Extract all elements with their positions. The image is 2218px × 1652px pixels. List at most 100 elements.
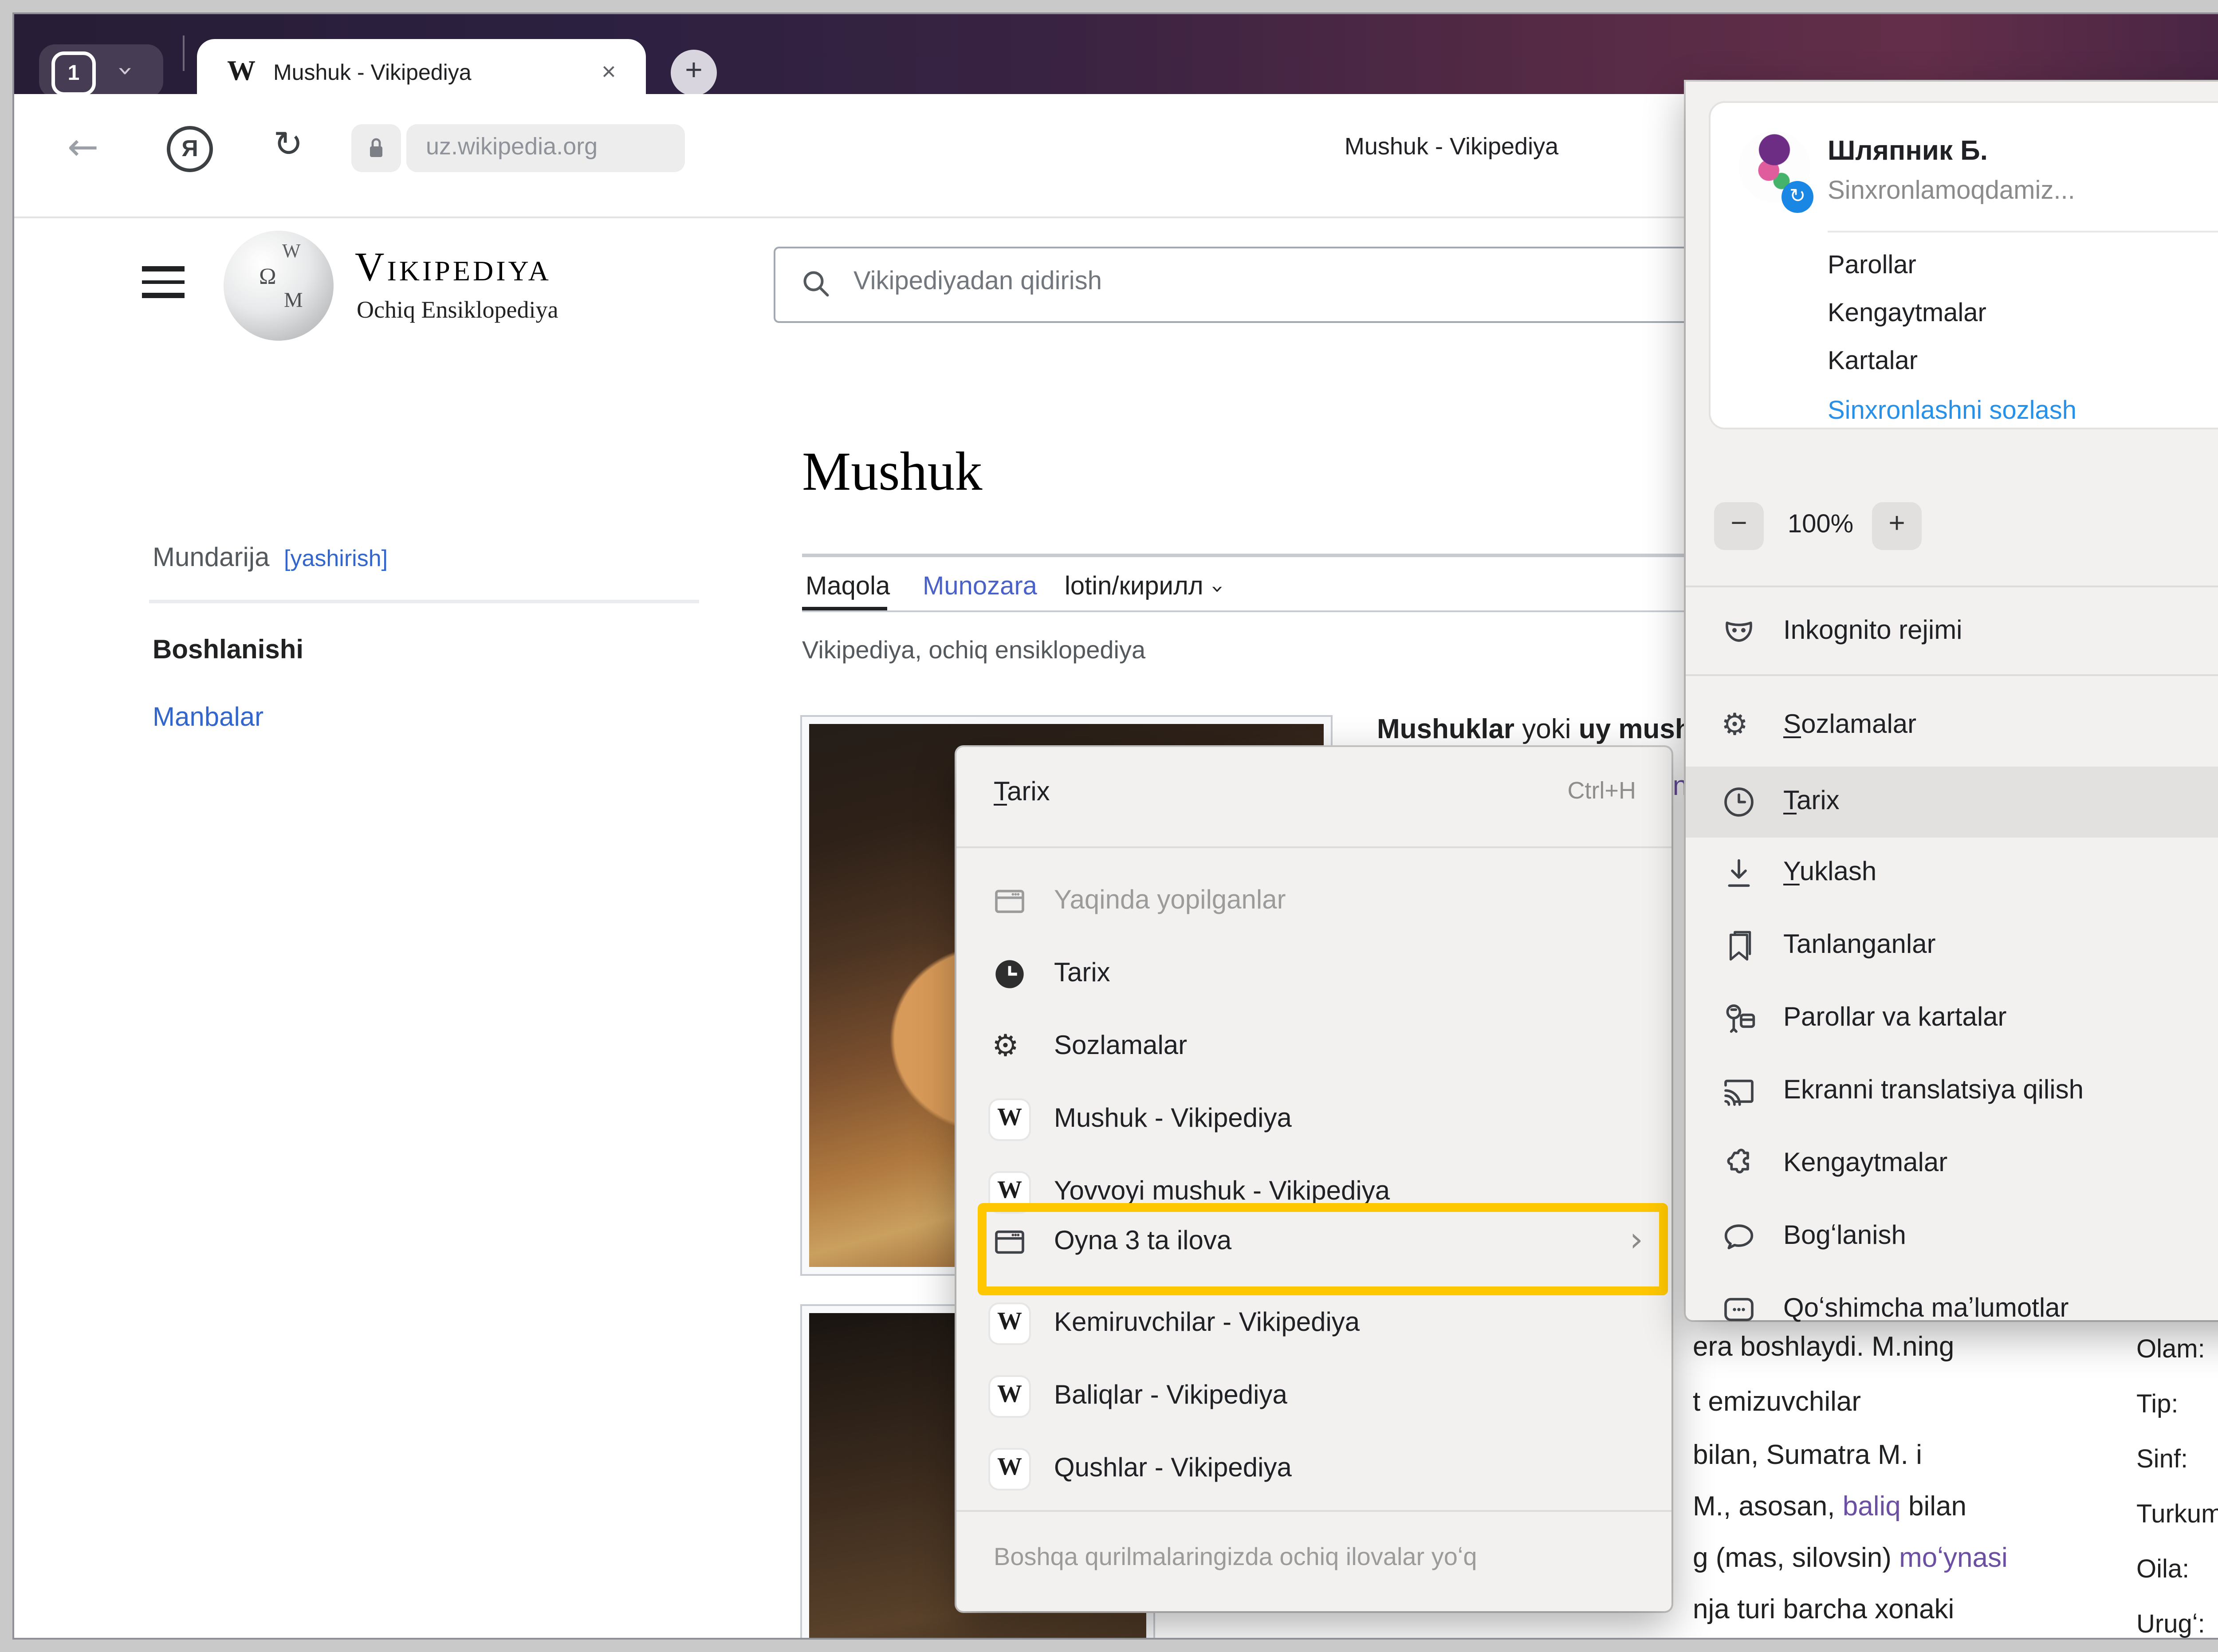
contents-hide-link[interactable]: [yashirish] [284, 545, 388, 571]
menu-item-page-kemiruvchilar[interactable]: W Kemiruvchilar - Vikipediya [956, 1294, 1671, 1354]
menu-item-cast-screen[interactable]: Ekranni translatsiya qilish [1686, 1061, 2218, 1121]
gear-icon: ⚙ [992, 1029, 1027, 1065]
yandex-search-icon[interactable]: Я [167, 126, 213, 172]
passwords-icon [1721, 1001, 1757, 1036]
body-fragment: g (mas, silovsin) moʻynasi [1693, 1544, 2008, 1576]
tab-article[interactable]: Maqola [806, 573, 890, 602]
menu-item-settings[interactable]: ⚙ Sozlamalar [956, 1017, 1671, 1077]
menu-item-downloads[interactable]: Yuklash Ctrl+J [1686, 843, 2218, 903]
window-icon [992, 1224, 1027, 1260]
gear-icon: ⚙ [1721, 708, 1757, 743]
taxo-row: Olam: Hayvonot [2136, 1336, 2218, 1365]
tab-talk[interactable]: Munozara [923, 573, 1037, 602]
url-bar[interactable]: uz.wikipedia.org [406, 124, 685, 172]
menu-item-settings[interactable]: ⚙ Sozlamalar [1686, 696, 2218, 756]
body-line: Mushuklar yoki uy mush [1377, 715, 1692, 747]
reload-icon[interactable]: ↻ [273, 122, 303, 165]
tab-separator [183, 35, 185, 71]
menu-item-extensions[interactable]: Kengaytmalar [1686, 1134, 2218, 1194]
zoom-out-button[interactable]: − [1714, 502, 1764, 550]
menu-item-window-apps[interactable]: Oyna 3 ta ilova › [956, 1212, 1671, 1272]
menu-item-history[interactable]: Tarix › [1686, 772, 2218, 832]
article-subtitle: Vikipediya, ochiq ensiklopediya [802, 635, 1145, 664]
chevron-down-icon: › [110, 66, 142, 76]
taxo-row: Sinf: Sut emizuvchilar [2136, 1446, 2218, 1475]
divider [956, 846, 1671, 848]
wikipedia-favicon: W [227, 57, 256, 89]
contents-label: Mundarija [153, 543, 270, 573]
menu-item-page-baliqlar[interactable]: W Baliqlar - Vikipediya [956, 1366, 1671, 1427]
toolbar-page-title: Mushuk - Vikipediya [1185, 133, 1718, 160]
divider [149, 600, 699, 603]
menu-item-recently-closed[interactable]: Yaqinda yopilganlar [956, 871, 1671, 932]
divider [1686, 586, 2218, 587]
menu-item-more-info[interactable]: Qoʻshimcha maʼlumotlar › [1686, 1279, 2218, 1340]
speech-bubble-icon [1721, 1219, 1757, 1255]
divider [1828, 231, 2218, 232]
wikipedia-favicon: W [990, 1100, 1029, 1139]
sync-badge-icon: ↻ [1781, 181, 1813, 213]
wikipedia-favicon: W [990, 1450, 1029, 1489]
cast-icon [1721, 1074, 1757, 1109]
menu-item-passwords-cards[interactable]: Parollar va kartalar ЯндексID [1686, 988, 2218, 1049]
close-tab-icon[interactable]: × [602, 57, 616, 85]
clock-icon [1721, 784, 1757, 820]
article-title: Mushuk [802, 440, 983, 504]
browser-window: 1 › W Mushuk - Vikipediya × + — × ← [14, 14, 2218, 1638]
menu-item-feedback[interactable]: Bogʻlanish [1686, 1207, 2218, 1267]
taxo-row: Oila: Felidae [2136, 1556, 2218, 1585]
profile-link-passwords[interactable]: Parollar [1828, 252, 1916, 280]
taxo-row: Tip: Xordalilar [2136, 1391, 2218, 1420]
variant-chevron-icon: › [1206, 585, 1231, 593]
wiki-logo-title[interactable]: Vikipediya [355, 245, 551, 291]
menu-item-history[interactable]: Tarix [956, 944, 1671, 1004]
url-text: uz.wikipedia.org [426, 133, 598, 160]
tab-group-chip[interactable]: 1 › [39, 44, 163, 98]
history-menu-shortcut: Ctrl+H [1567, 777, 1636, 804]
profile-sync-status: Sinxronlamoqdamiz... [1828, 177, 2075, 206]
profile-link-cards[interactable]: Kartalar [1828, 348, 1918, 376]
incognito-mask-icon [1721, 614, 1757, 649]
body-fragment: bilan, Sumatra M. i [1693, 1441, 1922, 1473]
wikipedia-favicon: W [990, 1377, 1029, 1416]
body-fragment: M., asosan, baliq bilan [1693, 1492, 1966, 1524]
puzzle-icon [1721, 1146, 1757, 1182]
profile-name: Шляпник Б. [1828, 137, 1988, 169]
history-menu-header: Tarix [994, 777, 1050, 807]
search-icon [800, 268, 832, 300]
body-fragment: nja turi barcha xonaki [1693, 1595, 1954, 1627]
tab-group-count: 1 [51, 51, 96, 96]
menu-item-page-mushuk[interactable]: W Mushuk - Vikipediya [956, 1090, 1671, 1150]
browser-main-menu: ↻ Шляпник Б. Sinxronlamoqdamiz... › Paro… [1686, 82, 2218, 1320]
menu-item-incognito[interactable]: Inkognito rejimi Ctrl+Shift+N [1686, 602, 2218, 662]
body-fragment: t emizuvchilar [1693, 1388, 1861, 1420]
zoom-level: 100% [1780, 511, 1861, 539]
screenshot-frame: 1 › W Mushuk - Vikipediya × + — × ← [0, 0, 2218, 1652]
wiki-logo-subtitle: Ochiq Ensiklopediya [357, 296, 558, 325]
divider [956, 1510, 1671, 1512]
sync-settings-link[interactable]: Sinxronlashni sozlash [1828, 397, 2076, 426]
menu-item-page-qushlar[interactable]: W Qushlar - Vikipediya [956, 1439, 1671, 1499]
variant-selector[interactable]: lotin/кирилл [1065, 573, 1203, 602]
search-box[interactable]: Vikipediyadan qidirish [774, 247, 1718, 323]
wikipedia-globe-logo[interactable]: Ω W M [224, 231, 334, 341]
bookmark-icon [1721, 928, 1757, 964]
menu-item-favorites[interactable]: Tanlanganlar › [1686, 916, 2218, 976]
sidebar-item-boshlanishi[interactable]: Boshlanishi [153, 635, 303, 665]
taxo-row: Turkum: Carnivora [2136, 1501, 2218, 1530]
zoom-in-button[interactable]: + [1872, 502, 1922, 550]
more-box-icon [1721, 1292, 1757, 1327]
divider [1686, 674, 2218, 676]
back-icon[interactable]: ← [67, 126, 98, 169]
new-tab-button[interactable]: + [671, 50, 717, 96]
site-security-chip[interactable] [351, 124, 401, 172]
wiki-menu-icon[interactable] [142, 266, 185, 298]
sidebar-item-manbalar[interactable]: Manbalar [153, 703, 263, 733]
no-devices-text: Boshqa qurilmalaringizda ochiq ilovalar … [994, 1542, 1477, 1570]
profile-card: ↻ Шляпник Б. Sinxronlamoqdamiz... › Paro… [1711, 103, 2218, 428]
download-icon [1721, 855, 1757, 891]
search-placeholder: Vikipediyadan qidirish [853, 268, 1102, 296]
wikipedia-favicon: W [990, 1304, 1029, 1343]
taxo-row: Urugʻ: Felis [2136, 1611, 2218, 1638]
profile-link-extensions[interactable]: Kengaytmalar [1828, 300, 1986, 328]
